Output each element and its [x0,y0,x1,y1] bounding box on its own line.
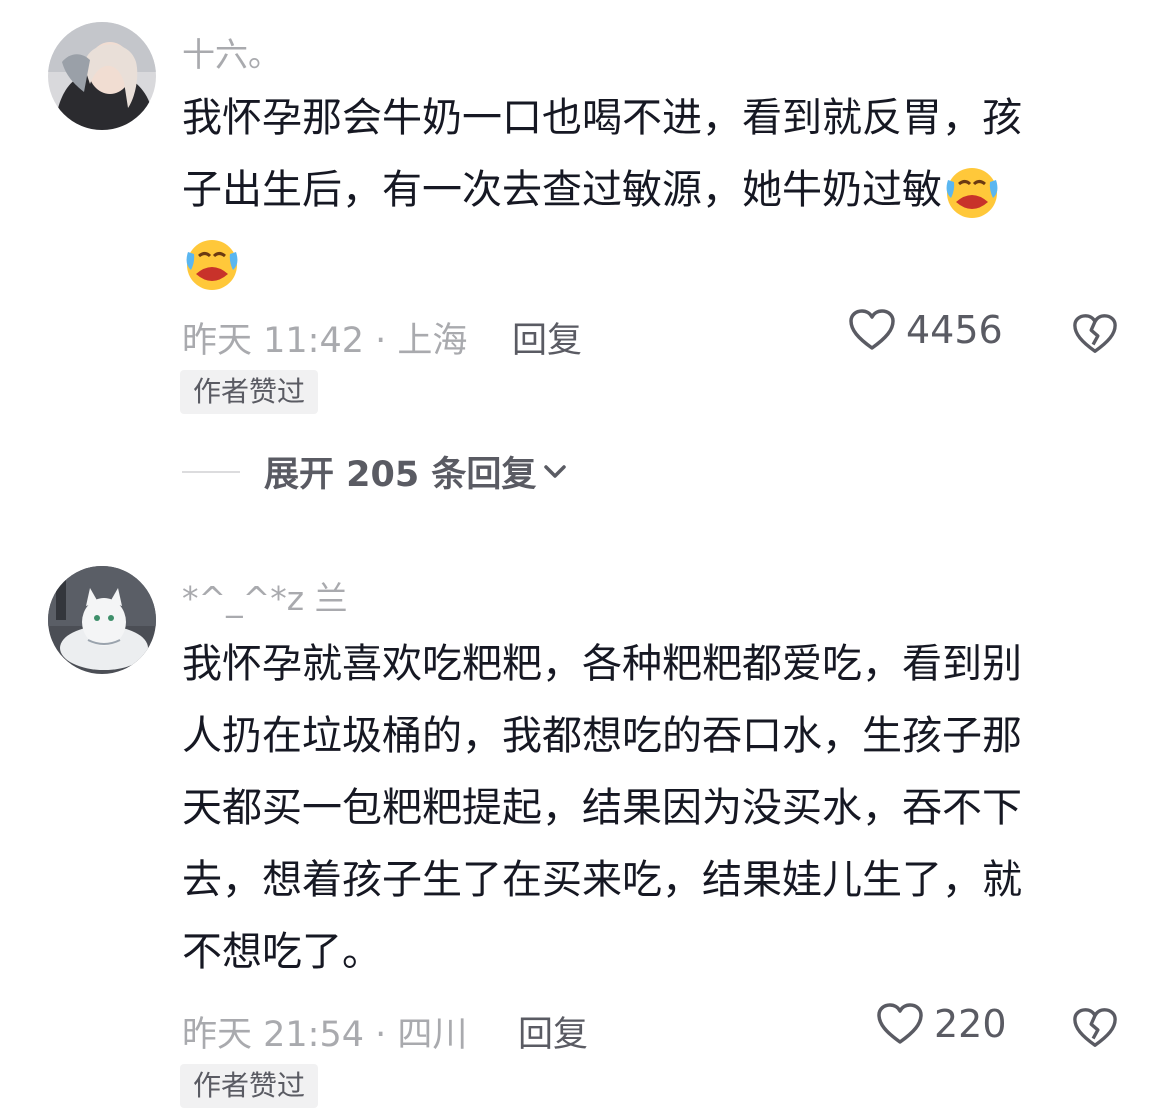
username[interactable]: *^_^*z 兰 [182,572,348,620]
heart-outline-icon [849,309,895,350]
chevron-down-icon [544,464,567,478]
comment-line: 不想吃了。 [182,929,382,975]
comment-line: 子出生后，有一次去查过敏源，她牛奶过敏 [182,154,1112,226]
author-liked-badge: 作者赞过 [180,1064,319,1108]
like-count: 220 [934,1002,1007,1046]
reply-button[interactable]: 回复 [512,312,582,363]
broken-heart-icon[interactable] [1072,1006,1118,1050]
comment-line: 人扔在垃圾桶的，我都想吃的吞口水，生孩子那 [182,713,1022,759]
like-count: 4456 [906,308,1003,352]
heart-outline-icon [877,1003,923,1044]
like-button[interactable]: 4456 [848,308,1003,352]
broken-heart-icon[interactable] [1072,312,1118,356]
comment-line: 我怀孕就喜欢吃粑粑，各种粑粑都爱吃，看到别 [182,641,1022,687]
crying-laughing-emoji-icon [182,234,242,294]
crying-laughing-emoji-icon [942,162,1002,222]
author-liked-badge: 作者赞过 [180,370,319,414]
comment-line: 我怀孕那会牛奶一口也喝不进，看到就反胃，孩 [182,95,1022,141]
like-button[interactable]: 220 [876,1002,1007,1046]
comment-line [182,226,1112,298]
timestamp-location: 昨天 11:42 · 上海 [182,321,468,361]
timestamp-location: 昨天 21:54 · 四川 [182,1015,468,1055]
comment-body: 我怀孕那会牛奶一口也喝不进，看到就反胃，孩 子出生后，有一次去查过敏源，她牛奶过… [182,82,1112,298]
username[interactable]: 十六。 [182,28,281,76]
comment-line: 去，想着孩子生了在买来吃，结果娃儿生了，就 [182,857,1022,903]
avatar[interactable] [48,22,156,130]
expand-replies-label: 展开 205 条回复 [264,455,537,495]
divider [182,470,240,473]
reply-button[interactable]: 回复 [518,1006,588,1057]
comment-line: 天都买一包粑粑提起，结果因为没买水，吞不下 [182,785,1022,831]
expand-replies-button[interactable]: 展开 205 条回复 [182,446,568,497]
comment-line-text: 子出生后，有一次去查过敏源，她牛奶过敏 [182,167,942,213]
comment-body: 我怀孕就喜欢吃粑粑，各种粑粑都爱吃，看到别 人扔在垃圾桶的，我都想吃的吞口水，生… [182,628,1112,988]
avatar[interactable] [48,566,156,674]
